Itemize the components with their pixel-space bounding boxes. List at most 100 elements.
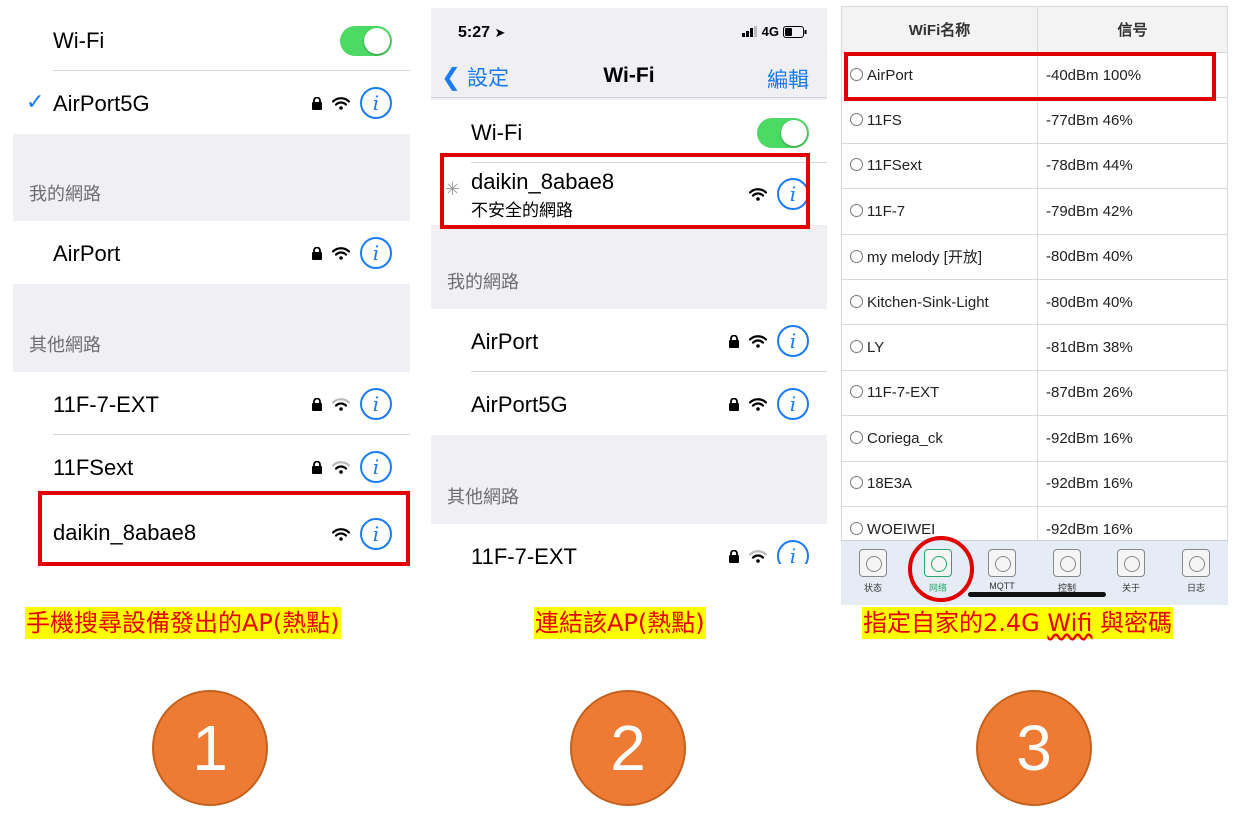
wifi-toggle[interactable]	[757, 118, 809, 148]
table-row[interactable]: 11FS -77dBm 46%	[841, 97, 1228, 144]
table-header-row: WiFi名称 信号	[841, 6, 1228, 53]
wifi-settings-screen-1: Wi-Fi ✓ AirPort5G i 我的網路 AirPort i 其他網路 …	[13, 8, 410, 568]
wifi-name: 11FSext	[867, 157, 922, 175]
wifi-name: Coriega_ck	[867, 429, 943, 447]
radio-button[interactable]	[850, 476, 863, 490]
connected-network-row[interactable]: ✓ AirPort5G i	[13, 71, 410, 134]
network-row-airport[interactable]: AirPort i	[13, 221, 410, 284]
table-row[interactable]: 11F-7-EXT -87dBm 26%	[841, 369, 1228, 417]
tab-control[interactable]: 控制	[1047, 549, 1087, 594]
clock: 5:27 ➤	[458, 24, 506, 41]
tab-mqtt[interactable]: MQTT	[982, 549, 1022, 591]
wifi-name-cell[interactable]: Kitchen-Sink-Light	[841, 278, 1038, 326]
wifi-name-cell[interactable]: 18E3A	[841, 460, 1038, 507]
network-row-11f-7-ext[interactable]: 11F-7-EXT i	[431, 524, 827, 564]
table-row[interactable]: 18E3A -92dBm 16%	[841, 460, 1228, 507]
tab-status[interactable]: 状态	[853, 549, 893, 594]
lock-icon	[729, 549, 739, 563]
step-number-1: 1	[152, 690, 268, 806]
table-row[interactable]: LY -81dBm 38%	[841, 324, 1228, 371]
highlight-box-daikin	[440, 153, 810, 229]
radio-button[interactable]	[850, 340, 863, 354]
step-number-2: 2	[570, 690, 686, 806]
wifi-name: my melody [开放]	[867, 249, 983, 267]
lock-icon	[312, 460, 322, 474]
mqtt-icon	[988, 549, 1016, 577]
table-row[interactable]: Kitchen-Sink-Light -80dBm 40%	[841, 278, 1228, 326]
wifi-signal-icon	[332, 246, 350, 260]
wifi-name-cell[interactable]: 11F-7-EXT	[841, 369, 1038, 417]
wifi-signal-icon	[332, 96, 350, 110]
info-icon[interactable]: i	[360, 451, 392, 483]
network-row-11fsext[interactable]: 11FSext i	[13, 435, 410, 498]
section-header-other-networks: 其他網路	[447, 487, 519, 507]
network-row-airport[interactable]: AirPort i	[431, 309, 827, 372]
wifi-label: Wi-Fi	[53, 28, 105, 53]
wifi-signal-icon	[332, 397, 350, 411]
table-row[interactable]: Coriega_ck -92dBm 16%	[841, 415, 1228, 462]
highlight-circle-network-tab	[908, 536, 974, 602]
network-name: 11F-7-EXT	[471, 544, 577, 564]
column-header-signal: 信号	[1037, 6, 1228, 53]
radio-button[interactable]	[850, 521, 863, 535]
wifi-name-cell[interactable]: 11FS	[841, 97, 1038, 144]
lock-icon	[729, 397, 739, 411]
radio-button[interactable]	[850, 294, 863, 308]
wifi-signal-icon	[332, 460, 350, 474]
status-icon	[859, 549, 887, 577]
caption-step-3: 指定自家的2.4G Wifi 與密碼	[862, 607, 1174, 639]
wifi-signal: -92dBm 16%	[1037, 415, 1228, 462]
network-name: AirPort5G	[471, 392, 568, 417]
wifi-name: 11F-7	[867, 202, 906, 220]
network-name: AirPort	[53, 241, 121, 266]
cellular-signal-icon	[741, 26, 757, 37]
table-row[interactable]: 11F-7 -79dBm 42%	[841, 188, 1228, 235]
radio-button[interactable]	[850, 250, 863, 264]
wifi-signal: -77dBm 46%	[1037, 97, 1228, 144]
info-icon[interactable]: i	[777, 325, 809, 357]
info-icon[interactable]: i	[360, 237, 392, 269]
navigation-bar: ❮ 設定 Wi-Fi 編輯	[431, 56, 827, 98]
radio-button[interactable]	[850, 113, 863, 127]
info-icon[interactable]: i	[777, 540, 809, 564]
radio-button[interactable]	[850, 203, 863, 217]
carrier-label: 4G	[761, 24, 779, 39]
lock-icon	[312, 246, 322, 260]
network-row-11f-7-ext[interactable]: 11F-7-EXT i	[13, 372, 410, 435]
info-icon[interactable]: i	[777, 388, 809, 420]
edit-button[interactable]: 編輯	[767, 64, 809, 94]
radio-button[interactable]	[850, 385, 863, 399]
table-row[interactable]: 11FSext -78dBm 44%	[841, 142, 1228, 190]
lock-icon	[312, 96, 322, 110]
tab-about[interactable]: 关于	[1111, 549, 1151, 594]
table-row[interactable]: my melody [开放] -80dBm 40%	[841, 233, 1228, 280]
info-icon[interactable]: i	[360, 87, 392, 119]
network-row-airport5g[interactable]: AirPort5G i	[431, 372, 827, 435]
wifi-signal-icon	[749, 397, 767, 411]
lock-icon	[729, 334, 739, 348]
wifi-signal: -87dBm 26%	[1037, 369, 1228, 417]
radio-button[interactable]	[850, 158, 863, 172]
checkmark-icon: ✓	[26, 89, 45, 114]
wifi-name-cell[interactable]: 11F-7	[841, 188, 1038, 235]
wifi-toggle[interactable]	[340, 26, 392, 56]
wifi-name-cell[interactable]: LY	[841, 324, 1038, 371]
tab-log[interactable]: 日志	[1176, 549, 1216, 594]
radio-button[interactable]	[850, 430, 863, 444]
location-arrow-icon: ➤	[494, 25, 506, 40]
info-icon[interactable]: i	[360, 388, 392, 420]
wifi-name-cell[interactable]: 11FSext	[841, 142, 1038, 190]
wifi-name: WOEIWEI	[867, 520, 936, 538]
wifi-name-cell[interactable]: Coriega_ck	[841, 415, 1038, 462]
wifi-name: 18E3A	[867, 475, 913, 493]
wifi-name: 11F-7-EXT	[867, 384, 940, 402]
wifi-name-cell[interactable]: my melody [开放]	[841, 233, 1038, 280]
highlight-box-airport	[844, 52, 1216, 101]
caption-step-2: 連結該AP(熱點)	[534, 607, 706, 639]
wifi-toggle-row: Wi-Fi	[13, 8, 410, 71]
wifi-signal: -92dBm 16%	[1037, 460, 1228, 507]
status-bar: 5:27 ➤ 4G	[431, 8, 827, 56]
wifi-signal: -80dBm 40%	[1037, 278, 1228, 326]
about-icon	[1117, 549, 1145, 577]
column-header-wifi-name: WiFi名称	[841, 6, 1038, 53]
